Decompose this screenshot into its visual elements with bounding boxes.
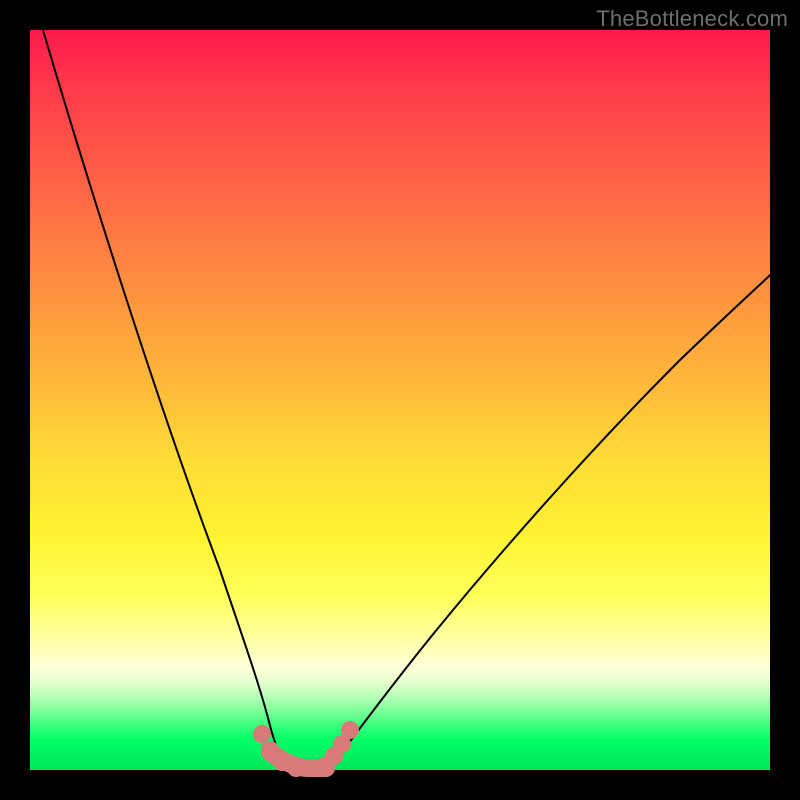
right-bottleneck-curve (330, 266, 780, 768)
data-dot (253, 725, 271, 743)
plot-area (30, 30, 770, 770)
watermark-text: TheBottleneck.com (596, 6, 788, 32)
data-dot (341, 721, 359, 739)
chart-svg (30, 30, 770, 770)
chart-container: TheBottleneck.com (0, 0, 800, 800)
left-bottleneck-curve (40, 20, 286, 768)
